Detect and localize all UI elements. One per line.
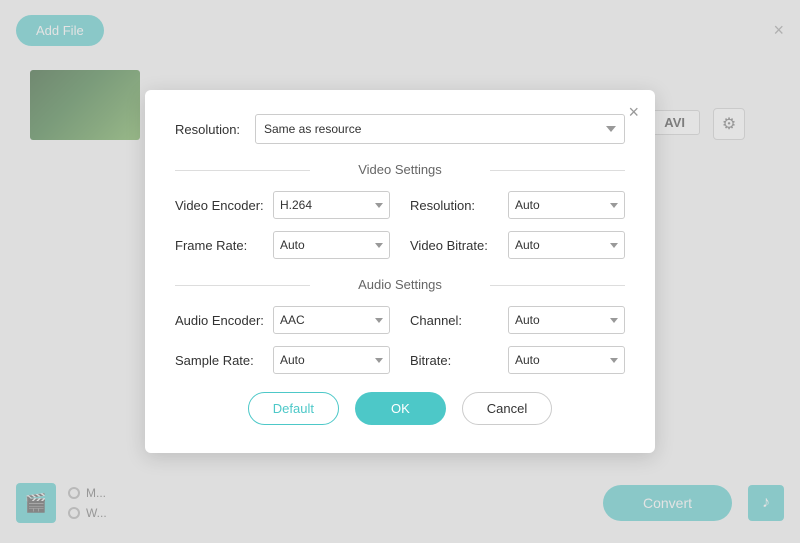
channel-row: Channel: Auto [410, 306, 625, 334]
dialog-overlay: × Resolution: Same as resource Video Set… [0, 0, 800, 543]
frame-rate-label: Frame Rate: [175, 238, 265, 253]
dialog-close-button[interactable]: × [628, 102, 639, 123]
resolution-main-label: Resolution: [175, 122, 255, 137]
audio-settings-grid: Audio Encoder: AAC Channel: Auto Sample … [175, 306, 625, 374]
sample-rate-select[interactable]: Auto [273, 346, 390, 374]
dialog-buttons: Default OK Cancel [175, 392, 625, 425]
settings-dialog: × Resolution: Same as resource Video Set… [145, 90, 655, 453]
sample-rate-label: Sample Rate: [175, 353, 265, 368]
cancel-button[interactable]: Cancel [462, 392, 552, 425]
channel-label: Channel: [410, 313, 500, 328]
video-encoder-label: Video Encoder: [175, 198, 265, 213]
audio-encoder-row: Audio Encoder: AAC [175, 306, 390, 334]
video-bitrate-label: Video Bitrate: [410, 238, 500, 253]
bitrate-label: Bitrate: [410, 353, 500, 368]
video-encoder-row: Video Encoder: H.264 [175, 191, 390, 219]
audio-encoder-select[interactable]: AAC [273, 306, 390, 334]
default-button[interactable]: Default [248, 392, 339, 425]
audio-encoder-label: Audio Encoder: [175, 313, 265, 328]
resolution-main-select[interactable]: Same as resource [255, 114, 625, 144]
resolution-sub-row: Resolution: Auto [410, 191, 625, 219]
video-bitrate-select[interactable]: Auto [508, 231, 625, 259]
video-settings-header: Video Settings [175, 162, 625, 177]
resolution-row: Resolution: Same as resource [175, 114, 625, 144]
channel-select[interactable]: Auto [508, 306, 625, 334]
video-settings-grid: Video Encoder: H.264 Resolution: Auto Fr… [175, 191, 625, 259]
audio-settings-header: Audio Settings [175, 277, 625, 292]
frame-rate-select[interactable]: Auto [273, 231, 390, 259]
resolution-sub-label: Resolution: [410, 198, 500, 213]
video-encoder-select[interactable]: H.264 [273, 191, 390, 219]
video-bitrate-row: Video Bitrate: Auto [410, 231, 625, 259]
resolution-sub-select[interactable]: Auto [508, 191, 625, 219]
ok-button[interactable]: OK [355, 392, 446, 425]
bitrate-row: Bitrate: Auto [410, 346, 625, 374]
frame-rate-row: Frame Rate: Auto [175, 231, 390, 259]
sample-rate-row: Sample Rate: Auto [175, 346, 390, 374]
bitrate-select[interactable]: Auto [508, 346, 625, 374]
